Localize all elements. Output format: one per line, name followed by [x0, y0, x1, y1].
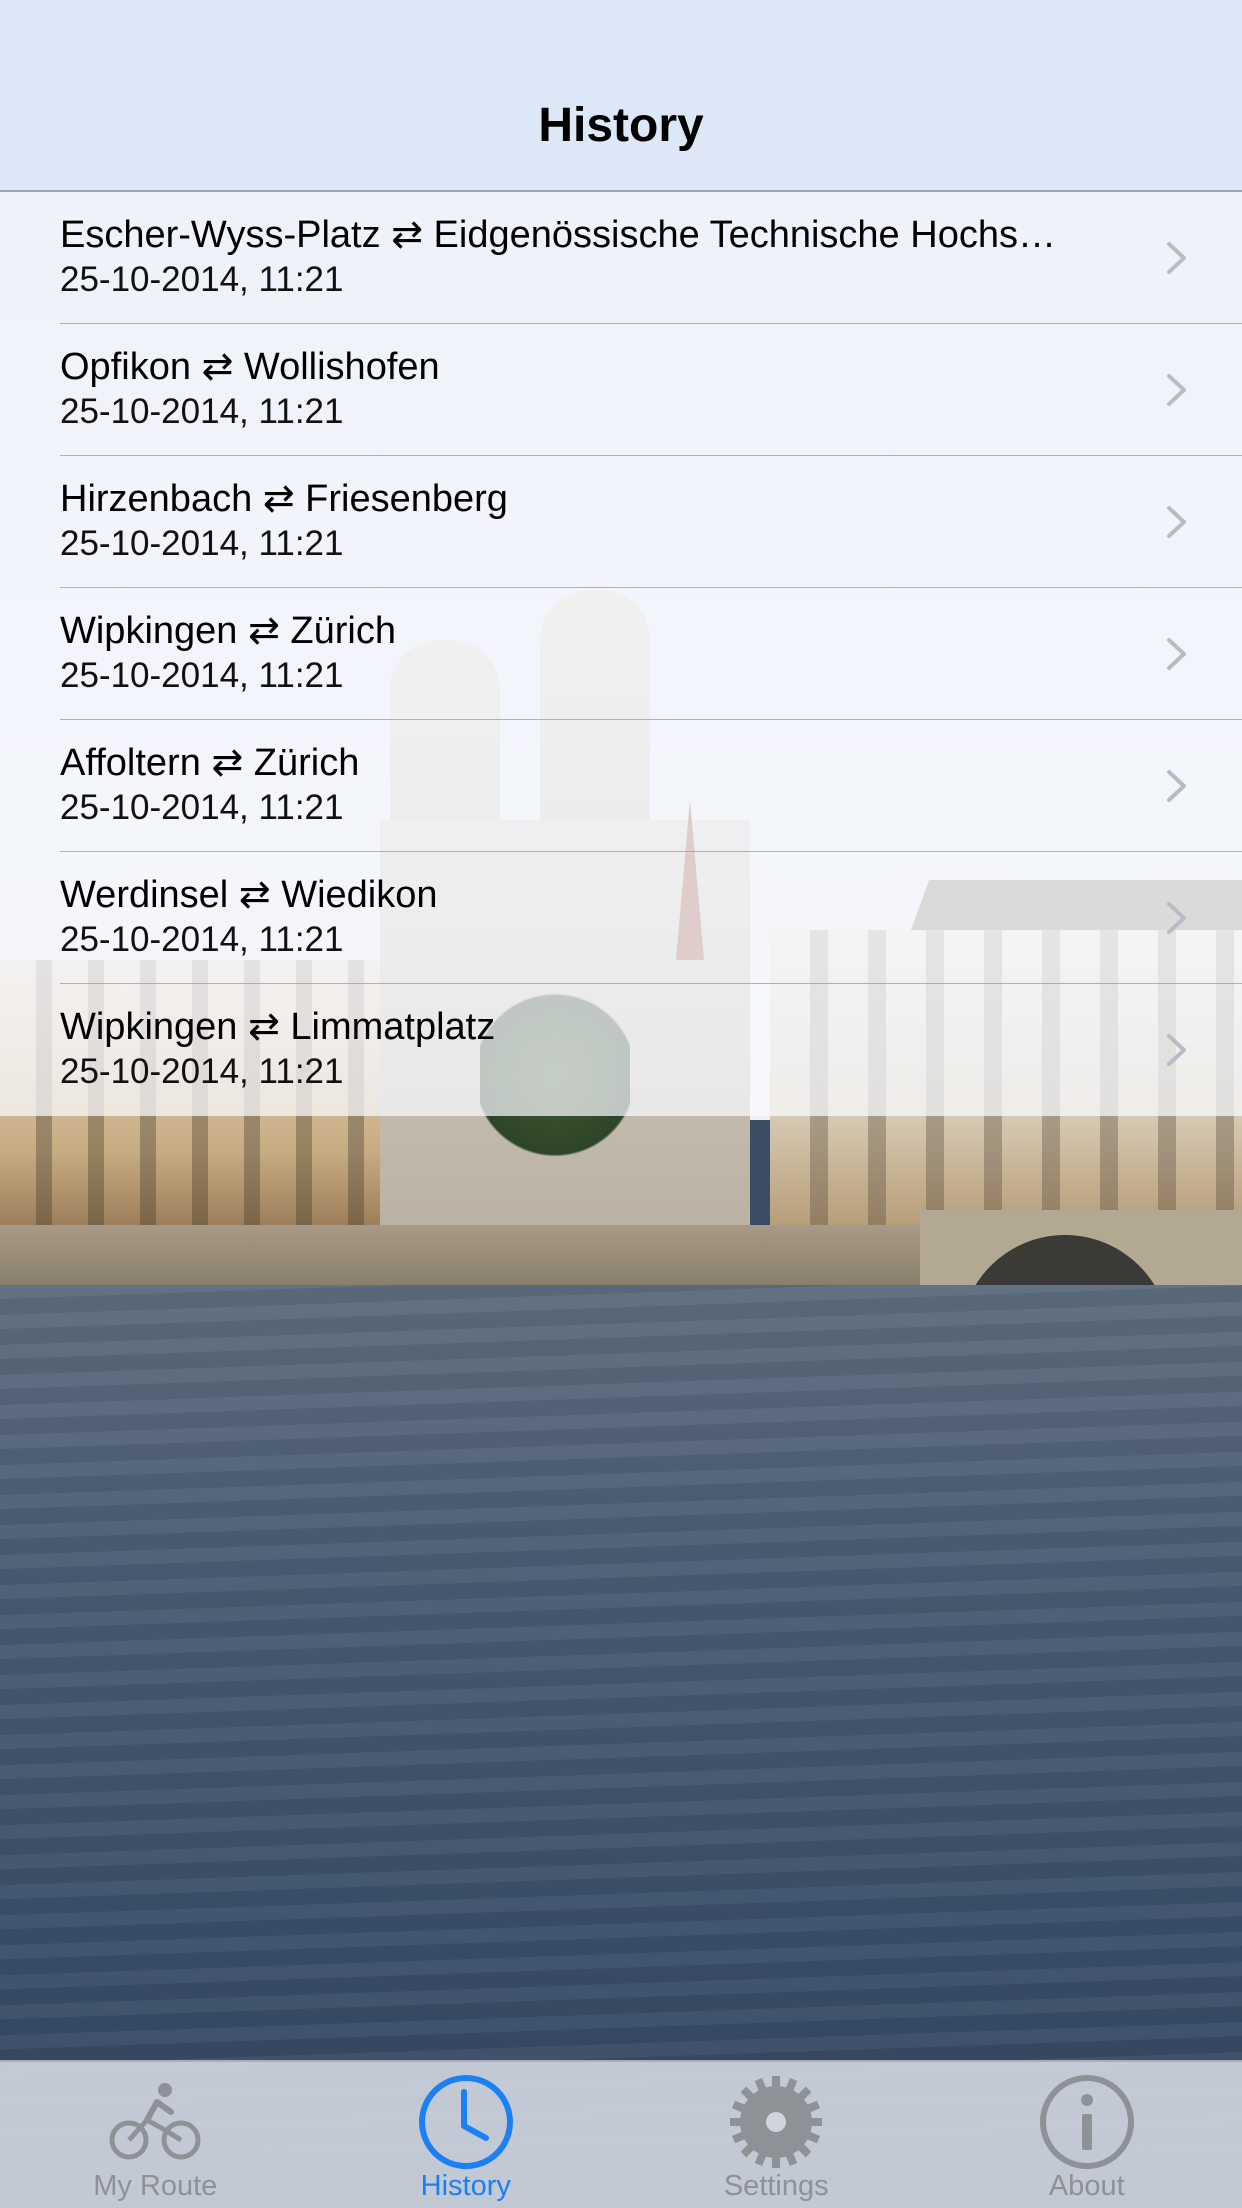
page-title: History [538, 99, 704, 152]
chevron-right-icon [1167, 242, 1186, 274]
clock-icon [418, 2075, 513, 2169]
tab-settings[interactable]: Settings [621, 2062, 932, 2208]
route-label: Wipkingen ⇄ Zürich [60, 610, 396, 652]
chevron-right-icon [1167, 770, 1186, 802]
tab-about[interactable]: About [932, 2062, 1242, 2208]
tab-my-route[interactable]: My Route [0, 2062, 311, 2208]
history-row[interactable]: Affoltern ⇄ Zürich 25-10-2014, 11:21 [0, 720, 1242, 852]
history-row[interactable]: Opfikon ⇄ Wollishofen 25-10-2014, 11:21 [0, 324, 1242, 456]
info-icon [1039, 2075, 1134, 2169]
route-label: Hirzenbach ⇄ Friesenberg [60, 478, 508, 520]
history-row[interactable]: Wipkingen ⇄ Zürich 25-10-2014, 11:21 [0, 588, 1242, 720]
route-label: Werdinsel ⇄ Wiedikon [60, 874, 438, 916]
date-label: 25-10-2014, 11:21 [60, 656, 344, 695]
history-row[interactable]: Werdinsel ⇄ Wiedikon 25-10-2014, 11:21 [0, 852, 1242, 984]
tab-label: Settings [723, 2170, 829, 2202]
history-row[interactable]: Wipkingen ⇄ Limmatplatz 25-10-2014, 11:2… [0, 984, 1242, 1116]
tab-label: History [420, 2170, 511, 2202]
chevron-right-icon [1167, 902, 1186, 934]
route-label: Wipkingen ⇄ Limmatplatz [60, 1006, 496, 1048]
history-row[interactable]: Escher-Wyss-Platz ⇄ Eidgenössische Techn… [0, 192, 1242, 324]
chevron-right-icon [1167, 374, 1186, 406]
history-row[interactable]: Hirzenbach ⇄ Friesenberg 25-10-2014, 11:… [0, 456, 1242, 588]
route-label: Opfikon ⇄ Wollishofen [60, 346, 440, 388]
date-label: 25-10-2014, 11:21 [60, 788, 344, 827]
tab-history[interactable]: History [311, 2062, 622, 2208]
date-label: 25-10-2014, 11:21 [60, 524, 344, 563]
date-label: 25-10-2014, 11:21 [60, 920, 344, 959]
route-label: Affoltern ⇄ Zürich [60, 742, 360, 784]
navigation-bar: History [0, 0, 1242, 192]
tab-label: My Route [93, 2170, 218, 2202]
chevron-right-icon [1167, 1034, 1186, 1066]
chevron-right-icon [1167, 506, 1186, 538]
date-label: 25-10-2014, 11:21 [60, 260, 344, 299]
date-label: 25-10-2014, 11:21 [60, 1052, 344, 1091]
tab-label: About [1048, 2170, 1125, 2202]
date-label: 25-10-2014, 11:21 [60, 392, 344, 431]
chevron-right-icon [1167, 638, 1186, 670]
history-list: Escher-Wyss-Platz ⇄ Eidgenössische Techn… [0, 192, 1242, 1116]
gear-icon [730, 2076, 823, 2168]
route-label: Escher-Wyss-Platz ⇄ Eidgenössische Techn… [60, 214, 1056, 256]
tab-bar: My Route History Settings About [0, 2060, 1242, 2208]
bicycle-icon [109, 2083, 201, 2160]
